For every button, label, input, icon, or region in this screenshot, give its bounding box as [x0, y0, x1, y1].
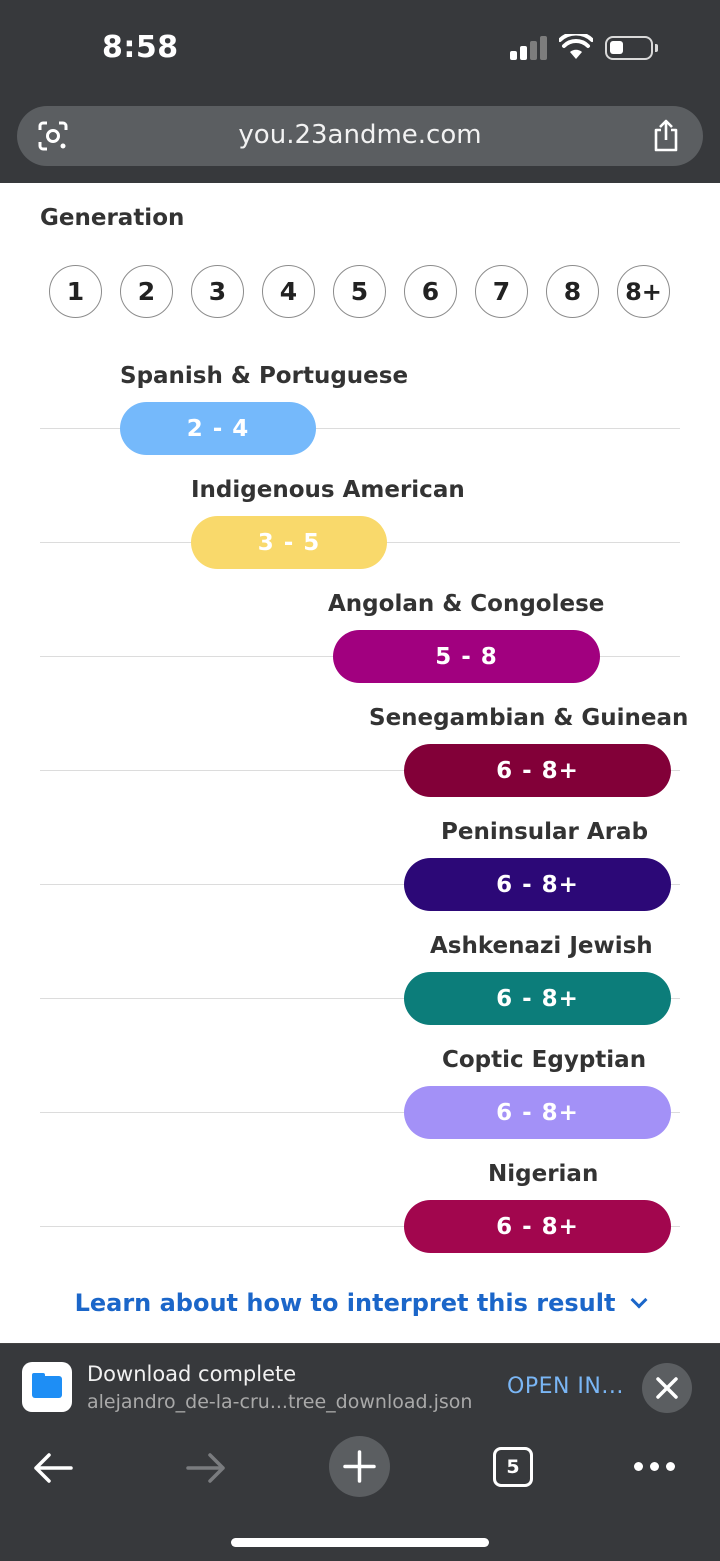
ancestry-label: Coptic Egyptian	[442, 1047, 647, 1073]
address-bar[interactable]: you.23andme.com	[17, 106, 703, 166]
generation-selector: 1 2 3 4 5 6 7 8 8+	[49, 265, 673, 319]
generation-3-button[interactable]: 3	[191, 265, 244, 318]
wifi-icon	[559, 34, 593, 59]
generation-2-button[interactable]: 2	[120, 265, 173, 318]
generation-range-pill: 6 - 8+	[404, 858, 671, 911]
generation-range-pill: 6 - 8+	[404, 1200, 671, 1253]
plus-icon	[343, 1450, 376, 1483]
generation-1-button[interactable]: 1	[49, 265, 102, 318]
files-app-icon	[22, 1362, 72, 1412]
ancestry-label: Indigenous American	[191, 477, 465, 503]
status-time: 8:58	[102, 30, 179, 65]
generation-range-pill: 6 - 8+	[404, 1086, 671, 1139]
generation-8-button[interactable]: 8	[546, 265, 599, 318]
generation-8plus-button[interactable]: 8+	[617, 265, 670, 318]
download-title: Download complete	[87, 1362, 297, 1386]
generation-range-pill: 3 - 5	[191, 516, 387, 569]
chevron-down-icon	[630, 1291, 648, 1309]
download-filename: alejandro_de-la-cru...tree_download.json	[87, 1391, 473, 1413]
battery-icon	[605, 36, 658, 60]
generation-range-pill: 6 - 8+	[404, 972, 671, 1025]
generation-5-button[interactable]: 5	[333, 265, 386, 318]
generation-range-pill: 5 - 8	[333, 630, 600, 683]
close-icon	[656, 1377, 678, 1399]
download-notification: Download complete alejandro_de-la-cru...…	[0, 1343, 720, 1430]
open-in-button[interactable]: OPEN IN...	[507, 1374, 624, 1399]
ancestry-label: Peninsular Arab	[441, 819, 649, 845]
more-menu-icon[interactable]	[634, 1462, 676, 1472]
browser-toolbar: 5	[0, 1430, 720, 1561]
ancestry-label: Ashkenazi Jewish	[430, 933, 653, 959]
browser-chrome: 8:58 you.23andme.com	[0, 0, 720, 183]
forward-arrow-icon[interactable]	[184, 1450, 228, 1486]
ancestry-label: Nigerian	[488, 1161, 599, 1187]
url-text[interactable]: you.23andme.com	[17, 120, 703, 150]
ancestry-label: Spanish & Portuguese	[120, 363, 409, 389]
cellular-signal-icon	[510, 36, 548, 60]
ancestry-label: Angolan & Congolese	[328, 591, 605, 617]
page-content: Generation 1 2 3 4 5 6 7 8 8+ Spanish & …	[0, 183, 720, 1343]
generation-range-pill: 6 - 8+	[404, 744, 671, 797]
learn-interpret-link[interactable]: Learn about how to interpret this result	[0, 1289, 720, 1317]
generation-range-pill: 2 - 4	[120, 402, 316, 455]
back-arrow-icon[interactable]	[31, 1450, 75, 1486]
tab-switcher-button[interactable]: 5	[493, 1447, 533, 1487]
share-icon[interactable]	[651, 118, 681, 152]
generation-7-button[interactable]: 7	[475, 265, 528, 318]
generation-title: Generation	[40, 205, 185, 231]
close-download-button[interactable]	[642, 1363, 692, 1413]
generation-6-button[interactable]: 6	[404, 265, 457, 318]
new-tab-button[interactable]	[329, 1436, 390, 1497]
ancestry-label: Senegambian & Guinean	[369, 705, 689, 731]
home-indicator	[231, 1538, 489, 1547]
generation-4-button[interactable]: 4	[262, 265, 315, 318]
learn-link-label[interactable]: Learn about how to interpret this result	[75, 1289, 616, 1317]
